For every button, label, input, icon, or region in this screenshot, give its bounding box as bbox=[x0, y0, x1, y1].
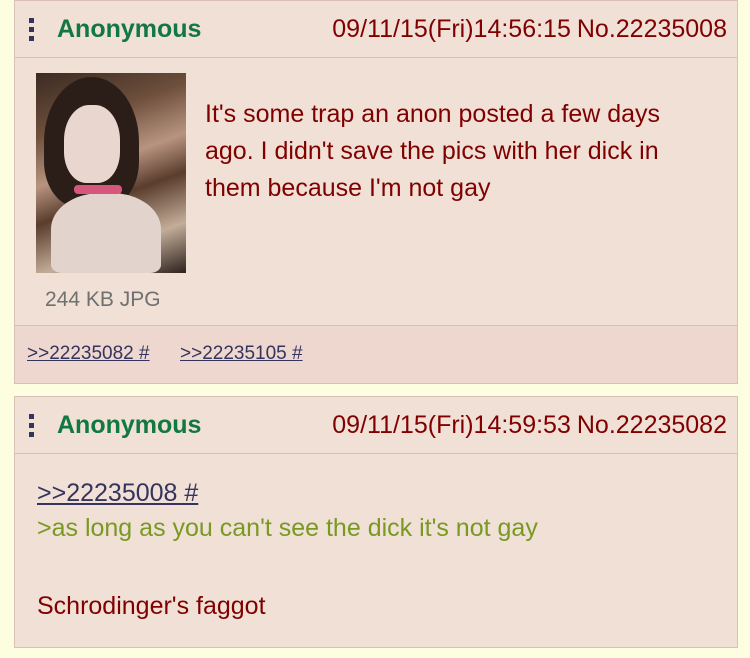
post-date-info: 09/11/15(Fri)14:59:53 No.22235082 bbox=[332, 411, 727, 440]
post-menu-icon[interactable] bbox=[29, 414, 35, 440]
poster-name: Anonymous bbox=[57, 411, 202, 439]
quote-link[interactable]: >>22235008 # bbox=[37, 479, 198, 508]
file-info: 244 KB JPG bbox=[45, 288, 161, 311]
post-date-info: 09/11/15(Fri)14:56:15 No.22235008 bbox=[332, 15, 727, 44]
post-number[interactable]: No.22235082 bbox=[577, 411, 727, 439]
post-body: It's some trap an anon posted a few days… bbox=[205, 100, 661, 202]
post-reply: Anonymous 09/11/15(Fri)14:59:53 No.222350… bbox=[14, 396, 738, 648]
post-datetime: 09/11/15(Fri)14:56:15 bbox=[332, 15, 571, 43]
thread-page: Anonymous 09/11/15(Fri)14:56:15 No.222350… bbox=[0, 0, 750, 658]
post-menu-icon[interactable] bbox=[29, 18, 35, 44]
post-thumbnail[interactable] bbox=[36, 73, 186, 273]
reply-link[interactable]: >>22235082 # bbox=[27, 343, 150, 365]
poster-name: Anonymous bbox=[57, 15, 202, 43]
post-number[interactable]: No.22235008 bbox=[577, 15, 727, 43]
reply-link[interactable]: >>22235105 # bbox=[180, 343, 303, 365]
post-header: Anonymous 09/11/15(Fri)14:56:15 No.222350… bbox=[15, 1, 737, 58]
post-replies: >>22235082 # >>22235105 # bbox=[15, 325, 737, 383]
post-op: Anonymous 09/11/15(Fri)14:56:15 No.222350… bbox=[14, 0, 738, 384]
post-header: Anonymous 09/11/15(Fri)14:59:53 No.222350… bbox=[15, 397, 737, 454]
greentext-quote: >as long as you can't see the dick it's … bbox=[37, 514, 538, 542]
post-datetime: 09/11/15(Fri)14:59:53 bbox=[332, 411, 571, 439]
post-body: Schrodinger's faggot bbox=[37, 592, 266, 620]
